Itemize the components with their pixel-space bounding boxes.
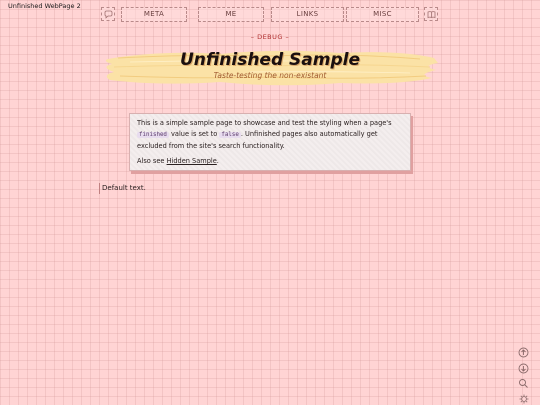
finished-code: finished (137, 132, 169, 138)
window-title: Unfinished WebPage 2 (8, 2, 81, 10)
default-text: Default text. (102, 184, 146, 192)
page-title: Unfinished Sample (179, 50, 360, 70)
scroll-down-icon[interactable] (518, 359, 529, 374)
nav-button-me[interactable]: ME (198, 7, 264, 22)
search-icon[interactable] (518, 374, 529, 388)
see-also: Also see Hidden Sample. (137, 156, 403, 167)
see-also-prefix: Also see (137, 157, 167, 165)
debug-label: – DEBUG – (250, 33, 290, 41)
nav-button-misc[interactable]: MISC (346, 7, 419, 22)
notice-text-1: This is a simple sample page to showcase… (137, 119, 392, 127)
top-navigation: META ME LINKS MISC (101, 7, 439, 22)
book-icon[interactable] (424, 7, 438, 21)
hidden-sample-link[interactable]: Hidden Sample (167, 157, 217, 165)
notice-text-2: value is set to (168, 130, 220, 138)
page-subtitle: Taste-testing the non-existant (213, 71, 327, 80)
false-code: false (219, 132, 241, 138)
unfinished-notice: This is a simple sample page to showcase… (129, 113, 411, 171)
settings-icon[interactable] (518, 389, 529, 404)
content-bar (99, 183, 100, 194)
speech-bubble-icon[interactable] (101, 7, 115, 21)
see-also-suffix: . (216, 157, 219, 165)
nav-button-meta[interactable]: META (121, 7, 187, 22)
notice-description: This is a simple sample page to showcase… (137, 118, 403, 152)
nav-button-links[interactable]: LINKS (271, 7, 344, 22)
scroll-up-icon[interactable] (518, 343, 529, 358)
